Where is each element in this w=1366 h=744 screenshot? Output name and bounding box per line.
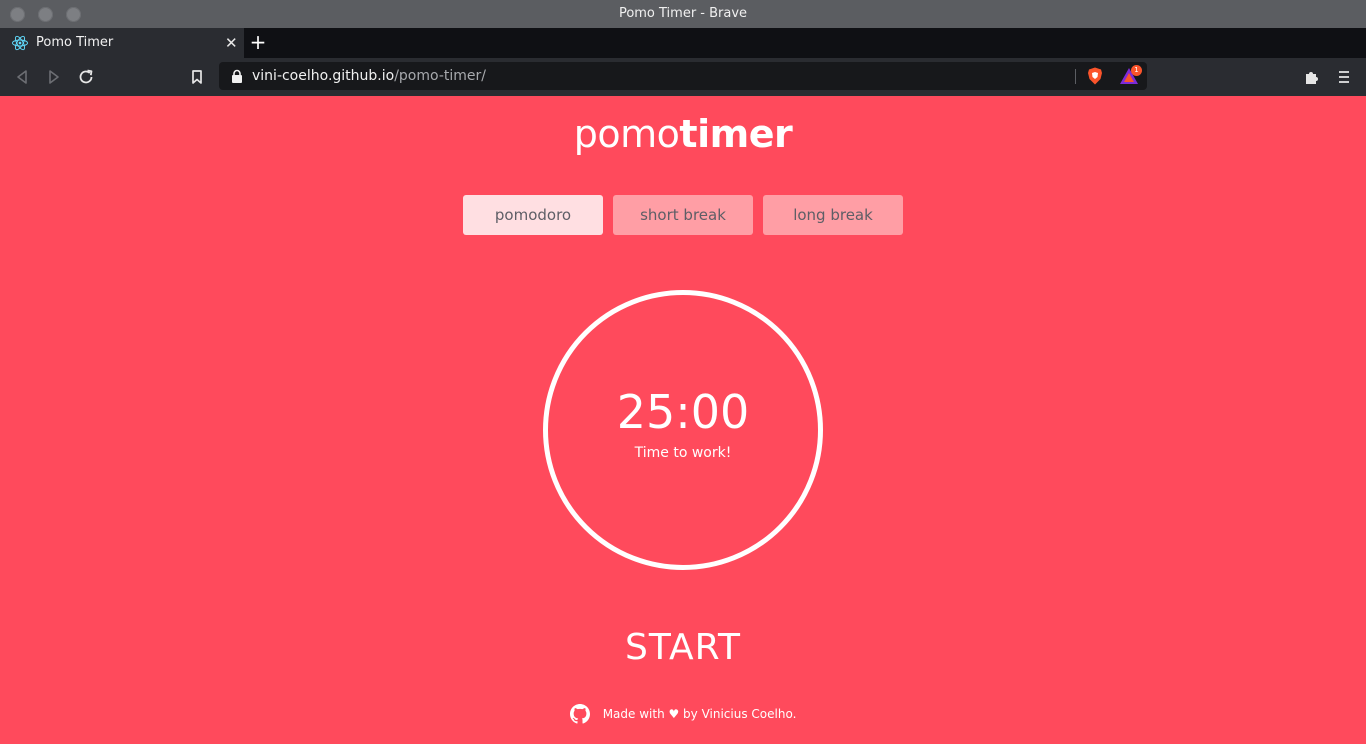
tab-close-icon[interactable]: ✕ bbox=[225, 28, 238, 58]
long-break-mode-button[interactable]: long break bbox=[763, 195, 903, 235]
forward-icon[interactable] bbox=[44, 67, 64, 87]
footer-credit: Made with ♥ by Vinicius Coelho. bbox=[602, 706, 797, 721]
logo-bold-text: timer bbox=[679, 112, 793, 156]
pomodoro-mode-button[interactable]: pomodoro bbox=[463, 195, 603, 235]
tab-pomo-timer[interactable]: Pomo Timer ✕ bbox=[0, 28, 244, 58]
menu-icon[interactable] bbox=[1334, 67, 1354, 87]
logo-light-text: pomo bbox=[573, 112, 680, 156]
back-icon[interactable] bbox=[12, 67, 32, 87]
reload-icon[interactable] bbox=[76, 67, 96, 87]
pomo-timer-page: pomotimer pomodoro short break long brea… bbox=[0, 96, 1366, 744]
window-title: Pomo Timer - Brave bbox=[618, 6, 748, 21]
timer-display: 25:00 bbox=[616, 385, 750, 439]
new-tab-button[interactable]: + bbox=[249, 28, 267, 57]
url-path: /pomo-timer/ bbox=[394, 68, 486, 84]
rewards-badge: 1 bbox=[1131, 65, 1142, 76]
brave-shields-icon[interactable] bbox=[1085, 66, 1105, 86]
tab-strip: Pomo Timer ✕ + bbox=[0, 28, 1366, 58]
short-break-mode-button[interactable]: short break bbox=[613, 195, 753, 235]
page-footer: Made with ♥ by Vinicius Coelho. bbox=[0, 703, 1366, 725]
app-logo: pomotimer bbox=[0, 112, 1366, 156]
react-icon bbox=[12, 35, 28, 51]
github-icon[interactable] bbox=[569, 703, 590, 724]
browser-toolbar: vini-coelho.github.io/pomo-timer/ 1 bbox=[0, 58, 1366, 96]
start-button[interactable]: START bbox=[583, 624, 783, 672]
window-titlebar: Pomo Timer - Brave bbox=[0, 0, 1366, 28]
url-host: vini-coelho.github.io bbox=[252, 68, 395, 84]
bookmark-icon[interactable] bbox=[187, 67, 207, 87]
lock-icon bbox=[232, 69, 242, 83]
timer-message: Time to work! bbox=[634, 445, 732, 461]
extensions-icon[interactable] bbox=[1302, 67, 1322, 87]
url-text: vini-coelho.github.io/pomo-timer/ bbox=[252, 62, 486, 90]
address-bar[interactable]: vini-coelho.github.io/pomo-timer/ 1 bbox=[219, 62, 1147, 90]
tab-title: Pomo Timer bbox=[36, 35, 114, 50]
url-divider bbox=[1075, 69, 1076, 84]
